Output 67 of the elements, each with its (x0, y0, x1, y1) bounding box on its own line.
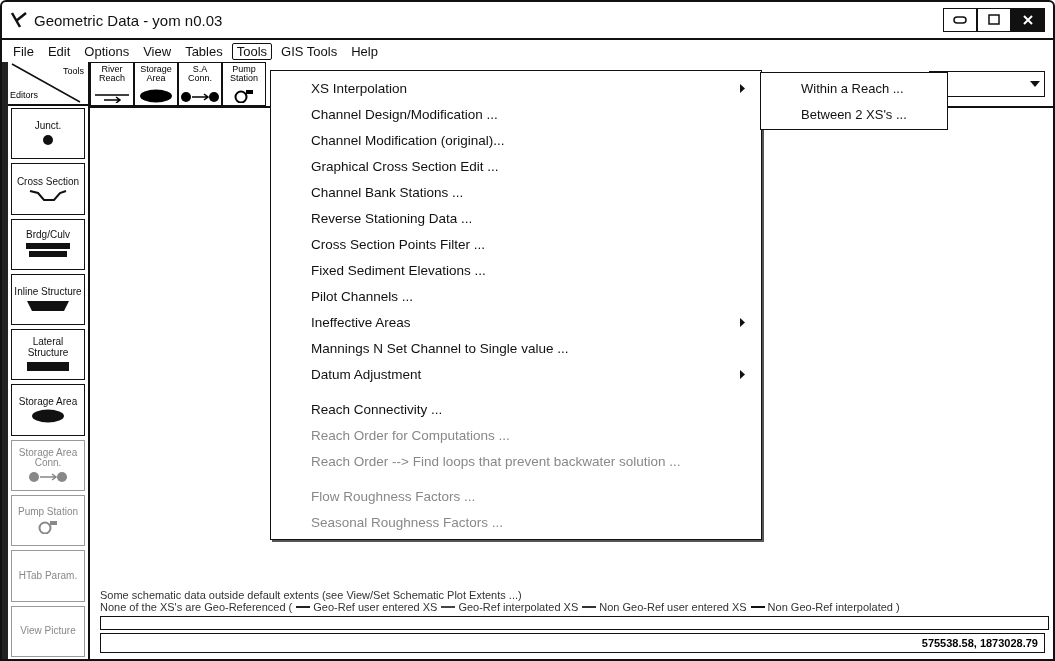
close-button[interactable] (1011, 8, 1045, 32)
menu-entry[interactable]: Within a Reach ... (761, 75, 947, 101)
menu-entry[interactable]: Fixed Sediment Elevations ... (271, 257, 761, 283)
legend-label: Geo-Ref interpolated XS (458, 601, 579, 613)
menu-item[interactable]: View (138, 42, 177, 60)
menu-item[interactable]: Tools (231, 42, 273, 60)
menu-item[interactable]: Help (346, 42, 383, 60)
editor-button[interactable]: Junct. (11, 108, 85, 160)
menu-entry[interactable]: Between 2 XS's ... (761, 101, 947, 127)
menu-entry[interactable]: Reverse Stationing Data ... (271, 205, 761, 231)
lateral-structure-icon (26, 360, 70, 373)
caret-icon (1030, 81, 1040, 87)
editor-button[interactable]: Brdg/Culv (11, 218, 85, 270)
tool-button[interactable]: Storage Area (134, 62, 178, 106)
pump-icon (233, 89, 255, 103)
menu-entry[interactable]: Datum Adjustment (271, 361, 761, 387)
storage-area-icon (31, 409, 65, 424)
menu-entry[interactable]: Reach Connectivity ... (271, 396, 761, 422)
editor-button[interactable]: Storage Area (11, 384, 85, 436)
submenu-arrow-icon (740, 83, 745, 93)
close-icon (1023, 15, 1033, 25)
editors-label: Editors (10, 90, 38, 100)
editor-button[interactable]: Inline Structure (11, 273, 85, 326)
menu-entry[interactable]: Graphical Cross Section Edit ... (271, 153, 761, 179)
minimize-button[interactable] (943, 8, 977, 32)
legend-label: Non Geo-Ref interpolated ) (767, 601, 900, 613)
connector-icon (180, 91, 220, 103)
menu-entry[interactable]: XS Interpolation (271, 75, 761, 101)
submenu-arrow-icon (740, 369, 745, 379)
bridge-icon (25, 242, 71, 259)
cross-section-icon (28, 189, 68, 202)
inline-structure-icon (26, 299, 70, 312)
menu-item[interactable]: Tables (180, 42, 228, 60)
menu-entry[interactable]: Channel Bank Stations ... (271, 179, 761, 205)
tool-button[interactable]: River Reach (90, 62, 134, 106)
tool-button[interactable]: Pump Station (222, 62, 266, 106)
dot-icon (42, 133, 54, 146)
menu-entry[interactable]: Pilot Channels ... (271, 283, 761, 309)
extents-note: Some schematic data outside default extents (see View/Set Schematic Plot Extents ...) (100, 589, 523, 601)
menu-entry[interactable]: Cross Section Points Filter ... (271, 231, 761, 257)
menu-entry[interactable]: Channel Modification (original)... (271, 127, 761, 153)
menu-item[interactable]: GIS Tools (276, 42, 343, 60)
menu-item[interactable]: File (8, 42, 39, 60)
app-icon (10, 11, 28, 29)
tool-button[interactable]: S.A Conn. (178, 62, 222, 106)
storage-area-icon (139, 89, 173, 103)
pump-icon (37, 519, 59, 534)
maximize-icon (988, 14, 1000, 26)
menu-entry[interactable]: Ineffective Areas (271, 309, 761, 335)
georef-note: None of the XS's are Geo-Referenced ( (100, 601, 293, 613)
legend-label: Non Geo-Ref user entered XS (599, 601, 747, 613)
menu-entry[interactable]: Mannings N Set Channel to Single value ... (271, 335, 761, 361)
tools-label: Tools (63, 66, 84, 76)
menu-item[interactable]: Edit (42, 42, 76, 60)
legend-label: Geo-Ref user entered XS (313, 601, 438, 613)
menu-entry[interactable]: Channel Design/Modification ... (271, 101, 761, 127)
editor-button[interactable]: Cross Section (11, 163, 85, 215)
arrow-icon (94, 93, 130, 103)
window-title: Geometric Data - yom n0.03 (34, 11, 223, 29)
horizontal-scrollbar[interactable] (100, 616, 1049, 630)
connector-icon (28, 470, 68, 483)
submenu-arrow-icon (740, 317, 745, 327)
minimize-icon (953, 16, 967, 24)
coordinates: 575538.58, 1873028.79 (921, 637, 1038, 649)
menu-item[interactable]: Options (79, 42, 135, 60)
editor-button[interactable]: Lateral Structure (11, 329, 85, 381)
maximize-button[interactable] (977, 8, 1011, 32)
